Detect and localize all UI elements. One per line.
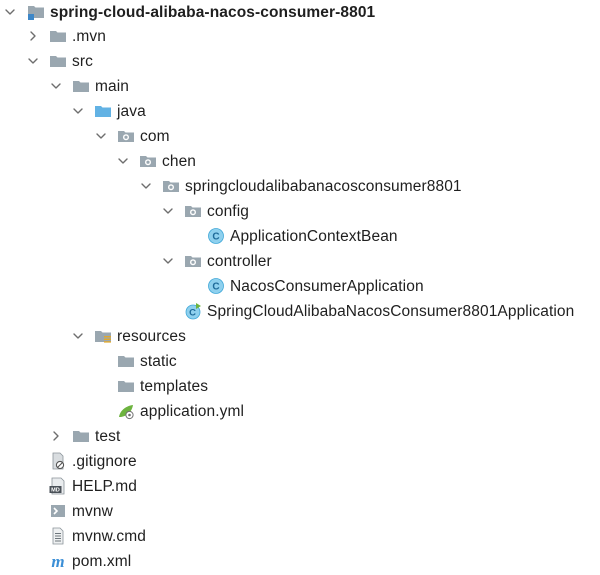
package-icon bbox=[184, 252, 202, 270]
tree-node-label: main bbox=[95, 78, 129, 95]
folder-icon bbox=[72, 77, 90, 95]
tree-node-help-md[interactable]: HELP.md bbox=[0, 474, 600, 499]
package-icon bbox=[139, 152, 157, 170]
class-icon bbox=[207, 227, 225, 245]
tree-node-label: controller bbox=[207, 253, 272, 270]
tree-node-src[interactable]: src bbox=[0, 49, 600, 74]
tree-node-main[interactable]: main bbox=[0, 74, 600, 99]
chevron-down-icon[interactable] bbox=[117, 155, 129, 167]
tree-node-label: .mvn bbox=[72, 28, 106, 45]
tree-node-chen[interactable]: chen bbox=[0, 149, 600, 174]
tree-node-nacos-consumer-application[interactable]: NacosConsumerApplication bbox=[0, 274, 600, 299]
tree-node-label: NacosConsumerApplication bbox=[230, 278, 424, 295]
package-icon bbox=[184, 202, 202, 220]
folder-icon bbox=[72, 427, 90, 445]
folder-icon bbox=[49, 27, 67, 45]
tree-node-com[interactable]: com bbox=[0, 124, 600, 149]
tree-node-label: com bbox=[140, 128, 170, 145]
class-icon bbox=[207, 277, 225, 295]
tree-node-pom[interactable]: pom.xml bbox=[0, 549, 600, 574]
chevron-down-icon[interactable] bbox=[50, 80, 62, 92]
source-root-folder-icon bbox=[94, 102, 112, 120]
tree-node-label: chen bbox=[162, 153, 197, 170]
markdown-icon bbox=[49, 477, 67, 495]
chevron-down-icon[interactable] bbox=[72, 330, 84, 342]
tree-node-controller[interactable]: controller bbox=[0, 249, 600, 274]
tree-node-label: HELP.md bbox=[72, 478, 138, 495]
tree-node-label: src bbox=[72, 53, 93, 70]
chevron-down-icon[interactable] bbox=[140, 180, 152, 192]
text-file-icon bbox=[49, 527, 67, 545]
chevron-down-icon[interactable] bbox=[162, 255, 174, 267]
tree-node-root[interactable]: spring-cloud-alibaba-nacos-consumer-8801 bbox=[0, 0, 600, 25]
tree-node-label: java bbox=[117, 103, 146, 120]
tree-node-label: pom.xml bbox=[72, 553, 132, 570]
tree-node-mvn[interactable]: .mvn bbox=[0, 24, 600, 49]
chevron-down-icon[interactable] bbox=[4, 6, 16, 18]
chevron-down-icon[interactable] bbox=[95, 130, 107, 142]
project-tree: spring-cloud-alibaba-nacos-consumer-8801… bbox=[0, 0, 600, 575]
tree-node-label: config bbox=[207, 203, 249, 220]
tree-node-label: mvnw bbox=[72, 503, 113, 520]
folder-icon bbox=[49, 52, 67, 70]
package-icon bbox=[162, 177, 180, 195]
tree-node-label: static bbox=[140, 353, 177, 370]
package-icon bbox=[117, 127, 135, 145]
tree-node-label: mvnw.cmd bbox=[72, 528, 147, 545]
resources-root-folder-icon bbox=[94, 327, 112, 345]
chevron-right-icon[interactable] bbox=[27, 30, 39, 42]
tree-node-label: spring-cloud-alibaba-nacos-consumer-8801 bbox=[50, 4, 376, 21]
chevron-down-icon[interactable] bbox=[162, 205, 174, 217]
folder-icon bbox=[117, 352, 135, 370]
tree-node-label: springcloudalibabanacosconsumer8801 bbox=[185, 178, 462, 195]
tree-node-mvnw-cmd[interactable]: mvnw.cmd bbox=[0, 524, 600, 549]
tree-node-label: resources bbox=[117, 328, 186, 345]
tree-node-label: templates bbox=[140, 378, 209, 395]
tree-node-test[interactable]: test bbox=[0, 424, 600, 449]
ignore-file-icon bbox=[49, 452, 67, 470]
tree-node-package[interactable]: springcloudalibabanacosconsumer8801 bbox=[0, 174, 600, 199]
tree-node-label: application.yml bbox=[140, 403, 245, 420]
shell-script-icon bbox=[49, 502, 67, 520]
spring-boot-class-icon bbox=[184, 302, 202, 320]
spring-yml-icon bbox=[117, 402, 135, 420]
chevron-down-icon[interactable] bbox=[27, 55, 39, 67]
tree-node-label: SpringCloudAlibabaNacosConsumer8801Appli… bbox=[207, 303, 575, 320]
tree-node-config[interactable]: config bbox=[0, 199, 600, 224]
chevron-down-icon[interactable] bbox=[72, 105, 84, 117]
tree-node-application-context-bean[interactable]: ApplicationContextBean bbox=[0, 224, 600, 249]
maven-icon bbox=[49, 552, 67, 570]
tree-node-application-yml[interactable]: application.yml bbox=[0, 399, 600, 424]
tree-node-label: ApplicationContextBean bbox=[230, 228, 398, 245]
folder-icon bbox=[117, 377, 135, 395]
tree-node-static[interactable]: static bbox=[0, 349, 600, 374]
tree-node-main-application[interactable]: SpringCloudAlibabaNacosConsumer8801Appli… bbox=[0, 299, 600, 324]
tree-node-resources[interactable]: resources bbox=[0, 324, 600, 349]
chevron-right-icon[interactable] bbox=[50, 430, 62, 442]
tree-node-label: test bbox=[95, 428, 121, 445]
tree-node-java[interactable]: java bbox=[0, 99, 600, 124]
tree-node-templates[interactable]: templates bbox=[0, 374, 600, 399]
module-folder-icon bbox=[27, 3, 45, 21]
tree-node-mvnw[interactable]: mvnw bbox=[0, 499, 600, 524]
tree-node-label: .gitignore bbox=[72, 453, 137, 470]
tree-node-gitignore[interactable]: .gitignore bbox=[0, 449, 600, 474]
